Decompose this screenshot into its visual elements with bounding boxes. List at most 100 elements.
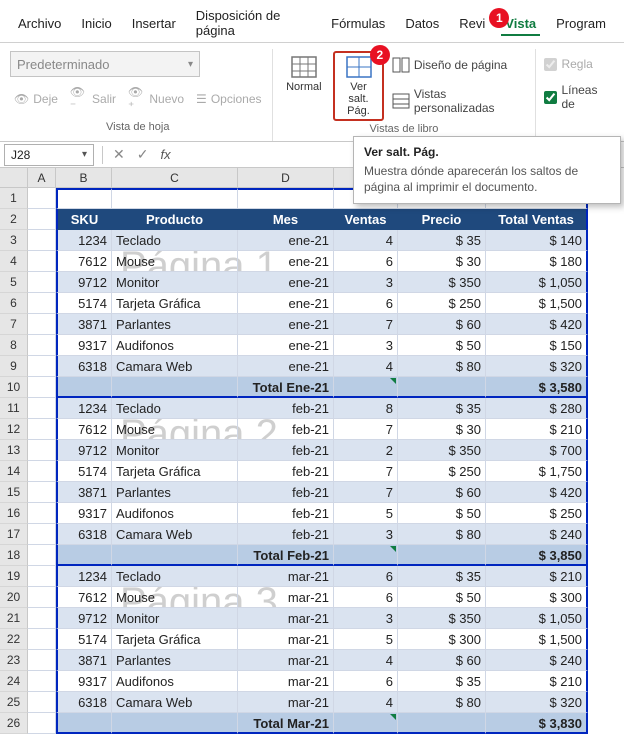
cell[interactable]: 7 — [334, 419, 398, 440]
cell[interactable] — [28, 419, 56, 440]
cell[interactable] — [112, 188, 238, 209]
cell[interactable] — [112, 545, 238, 566]
cell[interactable]: ene-21 — [238, 335, 334, 356]
table-header[interactable]: Ventas — [334, 209, 398, 230]
cell[interactable]: Teclado — [112, 566, 238, 587]
cell[interactable]: $ 1,500 — [486, 293, 588, 314]
cell[interactable]: Teclado — [112, 398, 238, 419]
chk-regla[interactable]: Regla — [542, 55, 614, 73]
cell[interactable] — [28, 671, 56, 692]
chk-lineas-input[interactable] — [544, 91, 557, 104]
cell[interactable]: Tarjeta Gráfica — [112, 293, 238, 314]
cell[interactable]: $ 1,750 — [486, 461, 588, 482]
cell[interactable]: 1234 — [56, 230, 112, 251]
cell[interactable]: 7 — [334, 314, 398, 335]
cell[interactable] — [28, 608, 56, 629]
cell[interactable]: 5174 — [56, 293, 112, 314]
cell[interactable]: Audifonos — [112, 503, 238, 524]
row-header[interactable]: 5 — [0, 272, 28, 293]
cell[interactable] — [28, 209, 56, 230]
btn-page-break-view[interactable]: 2 Ver salt.Pág. — [333, 51, 384, 121]
cell[interactable]: Audifonos — [112, 335, 238, 356]
cell[interactable]: $ 50 — [398, 335, 486, 356]
cell[interactable]: $ 1,050 — [486, 272, 588, 293]
total-value[interactable]: $ 3,580 — [486, 377, 588, 398]
cell[interactable]: Parlantes — [112, 650, 238, 671]
cell[interactable]: $ 150 — [486, 335, 588, 356]
cell[interactable]: $ 140 — [486, 230, 588, 251]
menu-archivo[interactable]: Archivo — [8, 12, 71, 35]
menu-formulas[interactable]: Fórmulas — [321, 12, 395, 35]
cell[interactable]: $ 210 — [486, 566, 588, 587]
cell[interactable]: 4 — [334, 692, 398, 713]
menu-programador[interactable]: Program — [546, 12, 616, 35]
cell[interactable] — [398, 377, 486, 398]
cell[interactable]: $ 250 — [398, 293, 486, 314]
cell[interactable]: $ 60 — [398, 482, 486, 503]
cell[interactable] — [56, 713, 112, 734]
cell[interactable]: ene-21 — [238, 251, 334, 272]
cell[interactable] — [112, 713, 238, 734]
table-header[interactable]: SKU — [56, 209, 112, 230]
cell[interactable]: Monitor — [112, 440, 238, 461]
cell[interactable]: 3 — [334, 272, 398, 293]
cell[interactable]: mar-21 — [238, 566, 334, 587]
cell[interactable]: feb-21 — [238, 440, 334, 461]
row-header[interactable]: 25 — [0, 692, 28, 713]
row-header[interactable]: 15 — [0, 482, 28, 503]
cell[interactable]: ene-21 — [238, 293, 334, 314]
cell[interactable] — [28, 377, 56, 398]
cell[interactable]: ene-21 — [238, 230, 334, 251]
cell[interactable]: 3871 — [56, 650, 112, 671]
cell[interactable] — [398, 713, 486, 734]
chk-regla-input[interactable] — [544, 58, 557, 71]
cell[interactable] — [28, 335, 56, 356]
cell[interactable] — [112, 377, 238, 398]
cell[interactable]: $ 50 — [398, 587, 486, 608]
cell[interactable]: $ 320 — [486, 356, 588, 377]
cell[interactable] — [28, 230, 56, 251]
col-header[interactable]: C — [112, 168, 238, 188]
cell[interactable]: $ 60 — [398, 650, 486, 671]
total-label[interactable]: Total Ene-21 — [238, 377, 334, 398]
cell[interactable]: ene-21 — [238, 272, 334, 293]
menu-insertar[interactable]: Insertar — [122, 12, 186, 35]
cell[interactable]: $ 250 — [398, 461, 486, 482]
cell[interactable]: $ 280 — [486, 398, 588, 419]
cell[interactable]: $ 50 — [398, 503, 486, 524]
cell[interactable]: 9712 — [56, 440, 112, 461]
cell[interactable]: $ 210 — [486, 671, 588, 692]
name-box[interactable]: J28 ▾ — [4, 144, 94, 166]
row-header[interactable]: 22 — [0, 629, 28, 650]
cell[interactable]: $ 80 — [398, 524, 486, 545]
menu-vista[interactable]: 1 Vista — [495, 12, 546, 35]
cell[interactable]: $ 350 — [398, 608, 486, 629]
cell[interactable] — [28, 272, 56, 293]
row-header[interactable]: 13 — [0, 440, 28, 461]
cell[interactable]: 6318 — [56, 356, 112, 377]
cell[interactable]: 5 — [334, 503, 398, 524]
btn-opciones[interactable]: ☰Opciones — [192, 83, 265, 115]
cell[interactable]: 6318 — [56, 524, 112, 545]
cell[interactable]: Camara Web — [112, 524, 238, 545]
cell[interactable] — [28, 545, 56, 566]
row-header[interactable]: 19 — [0, 566, 28, 587]
cell[interactable] — [28, 692, 56, 713]
cell[interactable]: $ 300 — [486, 587, 588, 608]
cell[interactable] — [28, 440, 56, 461]
cell[interactable]: $ 180 — [486, 251, 588, 272]
cell[interactable]: 9317 — [56, 335, 112, 356]
cell[interactable]: Camara Web — [112, 356, 238, 377]
table-header[interactable]: Precio — [398, 209, 486, 230]
cell[interactable] — [28, 713, 56, 734]
col-header[interactable]: B — [56, 168, 112, 188]
cell[interactable]: feb-21 — [238, 461, 334, 482]
cell[interactable]: $ 35 — [398, 398, 486, 419]
menu-disposicion[interactable]: Disposición de página — [186, 4, 321, 42]
cell[interactable] — [334, 713, 398, 734]
cell[interactable]: 7612 — [56, 251, 112, 272]
cell[interactable]: $ 240 — [486, 650, 588, 671]
cell[interactable]: $ 80 — [398, 356, 486, 377]
cell[interactable]: $ 350 — [398, 440, 486, 461]
cell[interactable] — [56, 377, 112, 398]
